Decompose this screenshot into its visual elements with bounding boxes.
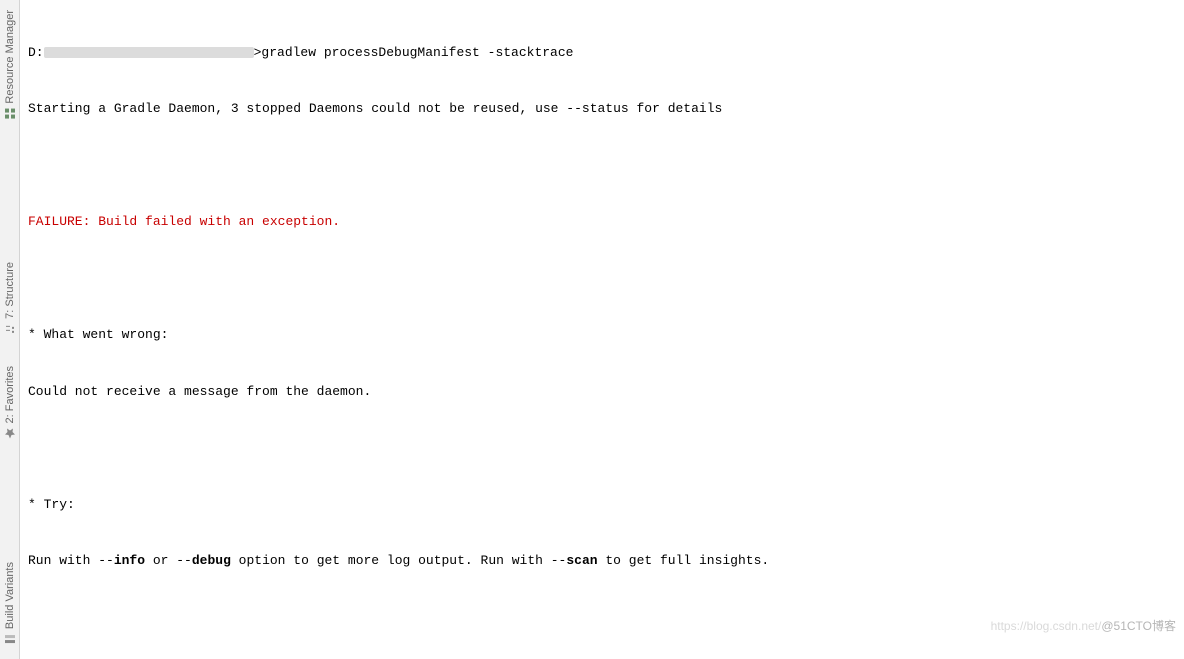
watermark-url: https://blog.csdn.net/ — [991, 619, 1102, 633]
console-line: Starting a Gradle Daemon, 3 stopped Daem… — [28, 100, 1176, 119]
failure-line: FAILURE: Build failed with an exception. — [28, 213, 1176, 232]
prompt-path: D: — [28, 45, 44, 60]
tab-label: 7: Structure — [4, 262, 16, 319]
section-header: * Try: — [28, 496, 1176, 515]
tab-build-variants[interactable]: Build Variants — [2, 556, 18, 651]
structure-icon — [4, 322, 16, 334]
tab-structure[interactable]: 7: Structure — [2, 256, 18, 341]
option-info: info — [114, 553, 145, 568]
console-line: D: >gradlew processDebugManifest -stacktr… — [28, 44, 1176, 63]
tab-label: 2: Favorites — [4, 366, 16, 423]
console-line: Run with --info or --debug option to get… — [28, 552, 1176, 571]
text: or -- — [145, 553, 192, 568]
ide-side-rail: Resource Manager 7: Structure 2: Favorit… — [0, 0, 20, 659]
console-blank — [28, 439, 1176, 458]
build-output-console[interactable]: D: >gradlew processDebugManifest -stacktr… — [20, 0, 1184, 659]
console-blank — [28, 270, 1176, 289]
watermark-text: @51CTO博客 — [1101, 619, 1176, 633]
tab-resource-manager[interactable]: Resource Manager — [2, 4, 18, 126]
resource-manager-icon — [4, 108, 16, 120]
redacted-path — [44, 47, 254, 58]
tab-label: Resource Manager — [4, 10, 16, 104]
text: to get full insights. — [598, 553, 770, 568]
text: Run with -- — [28, 553, 114, 568]
build-variants-icon — [4, 633, 16, 645]
prompt-command: >gradlew processDebugManifest -stacktrac… — [254, 45, 574, 60]
console-blank — [28, 157, 1176, 176]
section-header: * What went wrong: — [28, 326, 1176, 345]
option-scan: scan — [566, 553, 597, 568]
text: option to get more log output. Run with … — [231, 553, 566, 568]
option-debug: debug — [192, 553, 231, 568]
tab-favorites[interactable]: 2: Favorites — [2, 360, 18, 445]
console-line: Could not receive a message from the dae… — [28, 383, 1176, 402]
watermark: https://blog.csdn.net/@51CTO博客 — [977, 601, 1176, 653]
star-icon — [4, 428, 16, 440]
tab-label: Build Variants — [4, 562, 16, 629]
